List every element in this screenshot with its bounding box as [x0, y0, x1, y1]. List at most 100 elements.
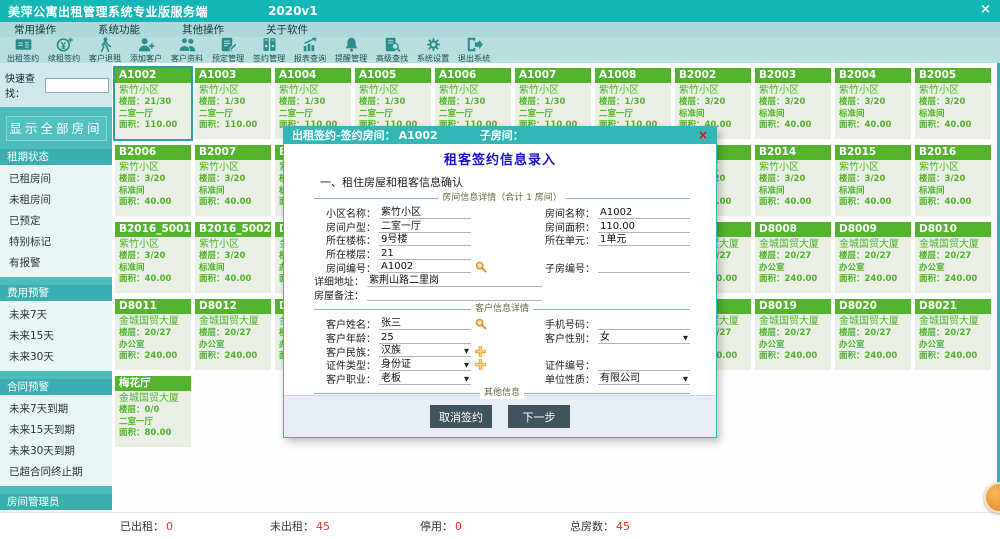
room-id: B2003 — [755, 68, 831, 83]
room-card-B2016[interactable]: B2016 紫竹小区 楼层：3/20 标准间 面积：40.00 — [915, 145, 991, 216]
room-card-B2014[interactable]: B2014 紫竹小区 楼层：3/20 标准间 面积：40.00 — [755, 145, 831, 216]
room-card-B2007[interactable]: B2007 紫竹小区 楼层：3/20 标准间 面积：40.00 — [195, 145, 271, 216]
menu-item-1[interactable]: 常用操作 — [14, 22, 56, 37]
sidebar-filter-item[interactable]: 有报警 — [0, 252, 112, 273]
next-step-button[interactable]: 下一步 — [508, 405, 570, 428]
room-floor: 楼层：20/27 — [759, 328, 829, 340]
room-area: 面积：40.00 — [199, 197, 269, 209]
field-input[interactable]: 21 — [379, 247, 471, 260]
menu-item-2[interactable]: 系统功能 — [98, 22, 140, 37]
room-card-D8021[interactable]: D8021 金城国贸大厦 楼层：20/27 办公室 面积：240.00 — [915, 299, 991, 370]
room-card-B2006[interactable]: B2006 紫竹小区 楼层：3/20 标准间 面积：40.00 — [115, 145, 191, 216]
room-card-body: 紫竹小区 楼层：3/20 标准间 面积：40.00 — [915, 83, 991, 132]
field-input[interactable] — [367, 288, 542, 301]
room-card-D8008[interactable]: D8008 金城国贸大厦 楼层：20/27 办公室 面积：240.00 — [755, 222, 831, 293]
toolbar-button-customers[interactable]: 客户资料 — [167, 37, 208, 63]
toolbar-button-add-customer[interactable]: 添加客户 — [126, 37, 167, 63]
room-card-D8020[interactable]: D8020 金城国贸大厦 楼层：20/27 办公室 面积：240.00 — [835, 299, 911, 370]
room-card-梅花厅[interactable]: 梅花厅 金城国贸大厦 楼层：0/0 二室一厅 面积：80.00 — [115, 376, 191, 447]
room-id: B2002 — [675, 68, 751, 83]
room-card-body: 紫竹小区 楼层：3/20 标准间 面积：40.00 — [195, 237, 271, 286]
cancel-sign-button[interactable]: 取消签约 — [430, 405, 492, 428]
room-card-B2016_5001[interactable]: B2016_5001 紫竹小区 楼层：3/20 标准间 面积：40.00 — [115, 222, 191, 293]
sidebar-filter-item[interactable]: 已预定 — [0, 210, 112, 231]
toolbar-button-reminder-bell[interactable]: 提醒管理 — [331, 37, 372, 63]
field-input[interactable]: 张三 — [379, 318, 471, 331]
sidebar-filter-item[interactable]: 未来7天 — [0, 304, 112, 325]
toolbar-button-booking-edit[interactable]: 预定管理 — [208, 37, 249, 63]
dialog-subroom-label: 子房间： — [480, 129, 524, 142]
toolbar-button-report-chart[interactable]: 报表查询 — [290, 37, 331, 63]
field-input[interactable] — [598, 261, 690, 274]
room-card-body: 金城国贸大厦 楼层：20/27 办公室 面积：240.00 — [835, 314, 911, 363]
room-card-B2004[interactable]: B2004 紫竹小区 楼层：3/20 标准间 面积：40.00 — [835, 68, 911, 139]
sidebar-filter-item[interactable]: 未来15天 — [0, 325, 112, 346]
toolbar-button-settings-gear[interactable]: 系统设置 — [413, 37, 454, 63]
field-input[interactable]: 紫荆山路二里岗 — [367, 275, 542, 288]
toolbar-button-checkout-person[interactable]: 客户退租 — [85, 37, 126, 63]
add-icon[interactable] — [475, 359, 486, 370]
room-card-B2015[interactable]: B2015 紫竹小区 楼层：3/20 标准间 面积：40.00 — [835, 145, 911, 216]
room-card-D8010[interactable]: D8010 金城国贸大厦 楼层：20/27 办公室 面积：240.00 — [915, 222, 991, 293]
room-card-body: 紫竹小区 楼层：3/20 标准间 面积：40.00 — [675, 83, 751, 132]
field-input[interactable] — [598, 318, 690, 331]
room-card-body: 紫竹小区 楼层：1/30 二室一厅 面积：110.00 — [195, 83, 271, 132]
sidebar-filter-item[interactable]: 未租房间 — [0, 189, 112, 210]
room-area: 面积：40.00 — [759, 120, 829, 132]
exit-door-icon — [464, 37, 485, 52]
room-card-D8012[interactable]: D8012 金城国贸大厦 楼层：20/27 办公室 面积：240.00 — [195, 299, 271, 370]
sidebar-section-title: 费用预警 — [0, 285, 112, 301]
menu-item-3[interactable]: 其他操作 — [182, 22, 224, 37]
room-card-body: 金城国贸大厦 楼层：20/27 办公室 面积：240.00 — [915, 237, 991, 286]
window-close-icon[interactable]: × — [980, 2, 991, 18]
search-icon[interactable] — [475, 261, 487, 273]
field-select[interactable]: 有限公司▼ — [598, 372, 690, 385]
room-type: 标准间 — [119, 186, 189, 198]
room-type: 办公室 — [919, 263, 989, 275]
toolbar-button-contract-binders[interactable]: 签约管理 — [249, 37, 290, 63]
add-icon[interactable] — [475, 346, 486, 357]
dialog-close-icon[interactable]: × — [698, 127, 708, 144]
room-card-D8011[interactable]: D8011 金城国贸大厦 楼层：20/27 办公室 面积：240.00 — [115, 299, 191, 370]
dialog-title-bar[interactable]: 出租签约-签约房间：A1002子房间： × — [284, 127, 716, 144]
room-estate: 紫竹小区 — [199, 238, 269, 251]
toolbar-button-renew-lease[interactable]: 续租签约 — [44, 37, 85, 63]
toolbar-button-label: 高级查找 — [376, 52, 408, 63]
room-card-D8009[interactable]: D8009 金城国贸大厦 楼层：20/27 办公室 面积：240.00 — [835, 222, 911, 293]
menu-item-4[interactable]: 关于软件 — [266, 22, 308, 37]
title-bar: 美萍公寓出租管理系统专业版服务端 2020v1 × — [0, 0, 1000, 22]
toolbar-button-advanced-search[interactable]: 高级查找 — [372, 37, 413, 63]
sidebar-filter-item[interactable]: 未来30天 — [0, 346, 112, 367]
room-floor: 楼层：3/20 — [199, 174, 269, 186]
sidebar-filter-item[interactable]: 已租房间 — [0, 168, 112, 189]
sidebar-filter-item[interactable]: 已超合同终止期 — [0, 461, 112, 482]
field-input[interactable]: 1单元 — [598, 234, 690, 247]
room-card-D8019[interactable]: D8019 金城国贸大厦 楼层：20/27 办公室 面积：240.00 — [755, 299, 831, 370]
room-type: 标准间 — [919, 109, 989, 121]
sidebar-filter-item[interactable]: 未来7天到期 — [0, 398, 112, 419]
toolbar-button-exit-door[interactable]: 退出系统 — [454, 37, 495, 63]
room-id: A1007 — [515, 68, 591, 83]
room-card-A1003[interactable]: A1003 紫竹小区 楼层：1/30 二室一厅 面积：110.00 — [195, 68, 271, 139]
room-card-B2003[interactable]: B2003 紫竹小区 楼层：3/20 标准间 面积：40.00 — [755, 68, 831, 139]
search-icon[interactable] — [475, 318, 487, 330]
room-floor: 楼层：3/20 — [839, 97, 909, 109]
field-select[interactable]: 女▼ — [598, 331, 690, 344]
field-select[interactable]: 老板▼ — [379, 372, 471, 385]
room-id: B2004 — [835, 68, 911, 83]
toolbar-button-label: 退出系统 — [458, 52, 490, 63]
sidebar-filter-item[interactable]: 特别标记 — [0, 231, 112, 252]
room-card-A1002[interactable]: A1002 紫竹小区 楼层：21/30 二室一厅 面积：110.00 — [115, 68, 191, 139]
show-all-rooms-button[interactable]: 显示全部房间 — [6, 116, 107, 141]
sidebar-filter-item[interactable]: 未来30天到期 — [0, 440, 112, 461]
field-input[interactable]: A1002 — [598, 207, 690, 220]
room-card-B2016_5002[interactable]: B2016_5002 紫竹小区 楼层：3/20 标准间 面积：40.00 — [195, 222, 271, 293]
room-floor: 楼层：20/27 — [919, 328, 989, 340]
quick-search-input[interactable] — [45, 78, 109, 93]
field-input[interactable]: 9号楼 — [379, 234, 471, 247]
toolbar-button-label: 提醒管理 — [335, 52, 367, 63]
toolbar-button-lease-sign[interactable]: 出租签约 — [3, 37, 44, 63]
room-card-body: 紫竹小区 楼层：3/20 标准间 面积：40.00 — [115, 160, 191, 209]
room-card-B2005[interactable]: B2005 紫竹小区 楼层：3/20 标准间 面积：40.00 — [915, 68, 991, 139]
sidebar-filter-item[interactable]: 未来15天到期 — [0, 419, 112, 440]
